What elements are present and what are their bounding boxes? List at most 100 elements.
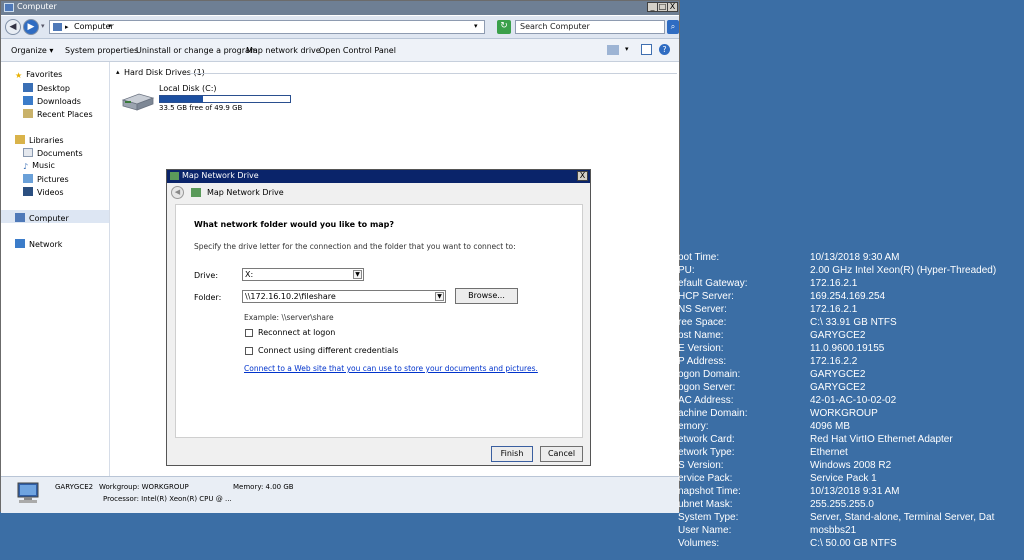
local-disk-item[interactable]: Local Disk (C:) 33.5 GB free of 49.9 GB [121,84,291,114]
nav-music[interactable]: ♪ Music [23,161,55,171]
explorer-titlebar[interactable]: Computer _ □ X [1,1,679,15]
dialog-titlebar[interactable]: Map Network Drive X [167,170,590,183]
network-drive-icon [170,172,179,180]
reconnect-label[interactable]: Reconnect at logon [258,328,335,337]
nav-recent-places[interactable]: Recent Places [23,109,93,119]
organize-button[interactable]: Organize ▾ [11,46,53,55]
network-drive-icon [191,188,201,197]
address-row: ◀ ▶ ▾ ▸ Computer ▾ ▾ ↻ Search Computer ⌕ [1,16,679,39]
folder-input[interactable]: \\172.16.10.2\fileshare ▼ [242,290,446,303]
open-control-panel-button[interactable]: Open Control Panel [319,46,396,55]
view-options-icon[interactable] [607,45,619,55]
system-info-value: 172.16.2.2 [810,356,858,367]
computer-icon [53,23,62,31]
nav-favorites[interactable]: ★ Favorites [15,70,62,80]
documents-icon [23,148,33,157]
search-input[interactable]: Search Computer [515,20,665,34]
details-processor: Processor: Intel(R) Xeon(R) CPU @ ... [103,495,232,503]
recent-pages-chevron-icon[interactable]: ▾ [41,22,45,30]
address-chevron-icon[interactable]: ▸ [65,23,69,31]
computer-icon [15,213,25,222]
details-pane: GARYGCE2 Workgroup: WORKGROUP Memory: 4.… [1,476,679,513]
close-button[interactable]: X [667,2,678,12]
nav-libraries[interactable]: Libraries [15,135,64,145]
pictures-icon [23,174,33,183]
system-info-value: Red Hat VirtIO Ethernet Adapter [810,434,953,445]
details-workgroup: Workgroup: WORKGROUP [99,483,189,491]
search-icon[interactable]: ⌕ [667,20,679,34]
downloads-icon [23,96,33,105]
dialog-back-button[interactable]: ◀ [171,186,184,199]
address-dropdown-icon[interactable]: ▾ [108,22,112,30]
network-icon [15,239,25,248]
nav-pictures[interactable]: Pictures [23,174,69,184]
credentials-checkbox[interactable] [245,347,253,355]
system-info-panel: oot Time: 10/13/2018 9:30 AM PU: 2.00 GHz I… [678,252,1024,552]
libraries-icon [15,135,25,144]
refresh-icon[interactable]: ↻ [497,20,511,34]
drive-free-space: 33.5 GB free of 49.9 GB [159,104,243,112]
search-placeholder: Search Computer [520,22,590,31]
system-info-label: User Name: [678,525,732,536]
drive-dropdown-icon[interactable]: ▼ [353,270,362,279]
system-info-label: AC Address: [678,395,734,406]
group-collapse-icon[interactable]: ▴ [116,68,120,76]
drive-select[interactable]: X: ▼ [242,268,364,281]
command-bar: Organize ▾ System properties Uninstall o… [1,39,679,62]
forward-button[interactable]: ▶ [23,19,39,35]
drive-usage-bar [159,95,291,103]
desktop-icon [23,83,33,92]
system-info-label: napshot Time: [678,486,741,497]
system-info-value: 10/13/2018 9:31 AM [810,486,900,497]
system-info-value: 11.0.9600.19155 [810,343,885,354]
system-info-label: E Version: [678,343,724,354]
dialog-close-button[interactable]: X [577,171,588,181]
system-info-value: 10/13/2018 9:30 AM [810,252,900,263]
uninstall-program-button[interactable]: Uninstall or change a program [136,46,258,55]
preview-pane-icon[interactable] [641,44,652,55]
nav-computer[interactable]: Computer [15,213,69,223]
folder-dropdown-icon[interactable]: ▼ [435,292,444,301]
back-button[interactable]: ◀ [5,19,21,35]
system-info-value: 172.16.2.1 [810,304,858,315]
nav-downloads[interactable]: Downloads [23,96,81,106]
system-info-label: ubnet Mask: [678,499,733,510]
system-info-label: etwork Card: [678,434,735,445]
system-info-label: System Type: [678,512,739,523]
nav-documents[interactable]: Documents [23,148,83,158]
folder-example: Example: \\server\share [244,313,334,322]
system-info-label: etwork Type: [678,447,735,458]
dialog-body: What network folder would you like to ma… [175,204,583,438]
dialog-instruction: Specify the drive letter for the connect… [194,242,516,251]
computer-icon [4,3,14,12]
system-info-value: 4096 MB [810,421,851,432]
system-info-value: Windows 2008 R2 [810,460,892,471]
map-network-drive-button[interactable]: Map network drive [246,46,321,55]
nav-network[interactable]: Network [15,239,62,249]
dialog-question: What network folder would you like to ma… [194,220,395,229]
dialog-title: Map Network Drive [182,171,259,180]
reconnect-checkbox[interactable] [245,329,253,337]
system-info-value: C:\ 33.91 GB NTFS [810,317,897,328]
window-title: Computer [17,2,57,11]
system-info-label: S Version: [678,460,724,471]
help-icon[interactable]: ? [659,44,670,55]
dialog-heading: Map Network Drive [207,188,284,197]
browse-button[interactable]: Browse... [455,288,518,304]
nav-desktop[interactable]: Desktop [23,83,70,93]
cancel-button[interactable]: Cancel [540,446,583,462]
system-info-label: P Address: [678,356,727,367]
view-dropdown-icon[interactable]: ▾ [625,45,629,53]
system-info-value: 255.255.255.0 [810,499,874,510]
folder-input-value: \\172.16.10.2\fileshare [245,292,336,301]
system-properties-button[interactable]: System properties [65,46,138,55]
credentials-label[interactable]: Connect using different credentials [258,346,398,355]
address-bar[interactable]: ▸ Computer ▾ ▾ [49,20,485,34]
web-site-link[interactable]: Connect to a Web site that you can use t… [244,364,538,373]
folder-label: Folder: [194,293,222,302]
system-info-label: ervice Pack: [678,473,733,484]
nav-videos[interactable]: Videos [23,187,64,197]
address-history-dropdown-icon[interactable]: ▾ [474,22,478,30]
finish-button[interactable]: Finish [491,446,533,462]
system-info-value: GARYGCE2 [810,382,866,393]
